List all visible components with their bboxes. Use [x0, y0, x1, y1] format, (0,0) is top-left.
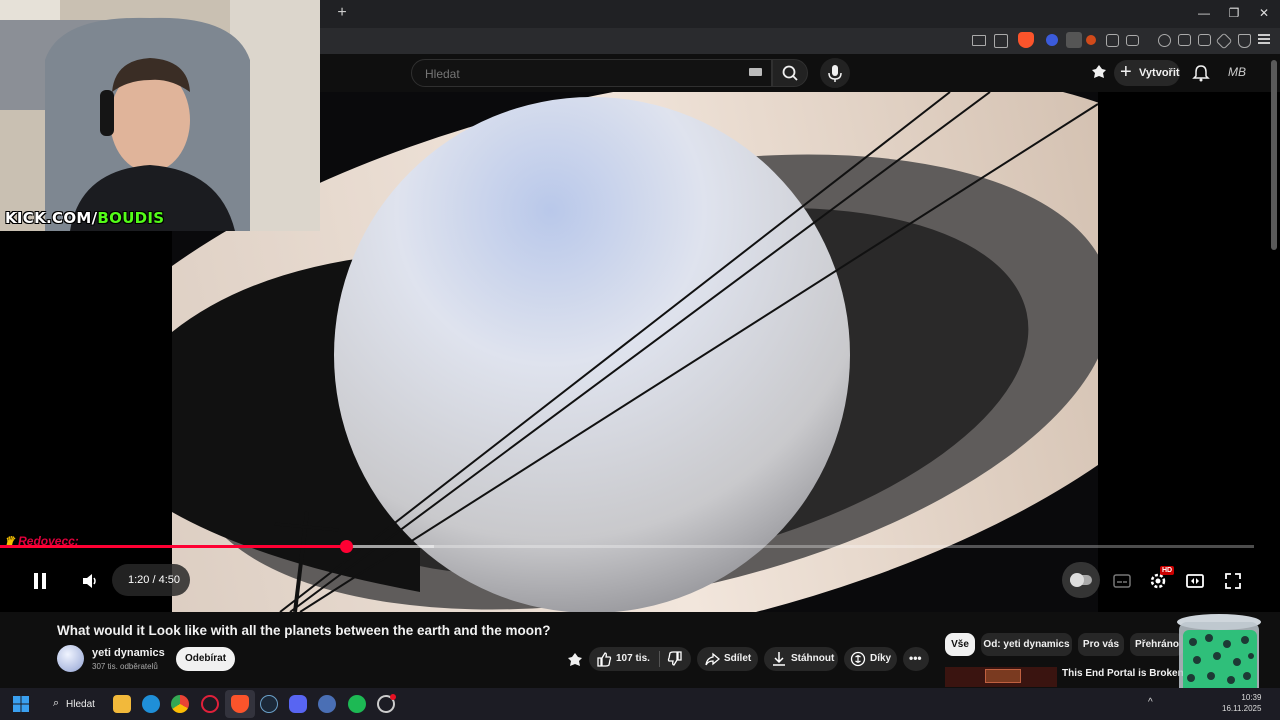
fullscreen-button[interactable]	[1223, 571, 1243, 591]
system-clock[interactable]: 10:39 16.11.2025	[1222, 692, 1261, 714]
page-scrollbar[interactable]	[1271, 60, 1277, 250]
share-button[interactable]: Sdílet	[697, 647, 758, 671]
subscriber-count: 307 tis. odběratelů	[92, 662, 158, 671]
new-tab-button[interactable]: +	[334, 4, 350, 22]
thanks-icon	[850, 651, 866, 667]
video-title: What would it Look like with all the pla…	[57, 623, 551, 638]
bell-icon	[1192, 65, 1210, 82]
spotify-icon[interactable]	[348, 695, 366, 713]
taskbar-search[interactable]: ⌕ Hledat	[47, 694, 107, 714]
fullscreen-icon	[1225, 573, 1241, 589]
app-icon[interactable]	[318, 695, 336, 713]
voice-search-button[interactable]	[820, 58, 850, 88]
close-window-button[interactable]: ✕	[1252, 4, 1276, 22]
chevron-up-icon[interactable]: ^	[1148, 697, 1160, 709]
windows-start-button[interactable]	[13, 696, 29, 712]
download-button[interactable]: Stáhnout	[764, 647, 838, 671]
download-icon	[773, 652, 785, 666]
notifications-button[interactable]	[1192, 64, 1210, 82]
like-dislike-group: 107 tis.	[589, 647, 691, 671]
discord-icon[interactable]	[289, 695, 307, 713]
search-button[interactable]	[772, 59, 808, 87]
share-icon	[705, 652, 720, 666]
pause-icon	[34, 573, 46, 589]
extension-icon[interactable]	[1046, 34, 1058, 46]
volume-icon	[83, 574, 96, 588]
chip-all[interactable]: Vše	[945, 633, 975, 656]
create-button[interactable]: + Vytvořit	[1114, 60, 1180, 86]
cast-icon[interactable]	[972, 35, 986, 46]
search-input[interactable]	[423, 66, 727, 82]
opera-icon[interactable]	[201, 695, 219, 713]
chip-from-channel[interactable]: Od: yeti dynamics	[981, 633, 1072, 656]
vpn-shield-icon[interactable]	[1238, 34, 1251, 48]
volume-button[interactable]	[80, 571, 100, 591]
notification-dot	[390, 694, 396, 700]
webcam-frame	[0, 0, 320, 231]
windows-icon	[13, 696, 29, 712]
minimize-button[interactable]: —	[1192, 4, 1216, 22]
theater-mode-button[interactable]	[1185, 571, 1205, 591]
share-page-icon[interactable]	[994, 34, 1008, 48]
streamer-webcam: KICK.COM/BOUDIS	[0, 0, 320, 231]
channel-name[interactable]: yeti dynamics	[92, 647, 165, 659]
search-box[interactable]	[411, 59, 772, 87]
search-icon: ⌕	[53, 697, 60, 709]
screenshot-icon[interactable]	[1126, 35, 1139, 46]
progress-played	[0, 545, 346, 548]
edge-icon[interactable]	[142, 695, 160, 713]
recommendation-thumbnail[interactable]	[945, 667, 1057, 687]
keyboard-icon[interactable]	[749, 68, 762, 76]
wallet-icon[interactable]	[1198, 34, 1211, 46]
windows-taskbar	[0, 688, 1280, 720]
thumbs-down-icon	[667, 651, 682, 666]
menu-icon[interactable]	[1258, 33, 1270, 45]
microphone-icon	[828, 65, 842, 82]
like-button[interactable]: 107 tis.	[589, 647, 657, 671]
extension-icon[interactable]	[567, 652, 583, 668]
thumbs-up-icon	[597, 652, 612, 667]
progress-scrubber[interactable]	[340, 540, 353, 553]
thanks-button[interactable]: Díky	[844, 647, 897, 671]
account-avatar[interactable]: MB	[1228, 65, 1252, 79]
more-icon: •••	[909, 651, 922, 665]
more-actions-button[interactable]: •••	[903, 647, 929, 671]
search-icon	[782, 65, 798, 81]
theater-icon	[1186, 574, 1204, 588]
chip-for-you[interactable]: Pro vás	[1078, 633, 1124, 656]
divider	[659, 651, 660, 667]
channel-avatar[interactable]	[57, 645, 84, 672]
subtitles-button[interactable]	[1112, 571, 1132, 591]
brave-icon[interactable]	[231, 695, 249, 713]
subscribe-button[interactable]: Odebírat	[176, 647, 235, 671]
subtitles-icon	[1113, 574, 1131, 588]
file-explorer-icon[interactable]	[113, 695, 131, 713]
steam-icon[interactable]	[260, 695, 278, 713]
kick-watermark: KICK.COM/BOUDIS	[5, 209, 165, 227]
pause-button[interactable]	[30, 571, 50, 591]
extension-icon[interactable]	[1091, 64, 1107, 80]
chrome-icon[interactable]	[171, 695, 189, 713]
media-icon[interactable]	[1158, 34, 1171, 47]
maximize-button[interactable]: ❐	[1222, 4, 1246, 22]
dislike-button[interactable]	[661, 647, 691, 671]
autoplay-toggle[interactable]	[1062, 562, 1100, 598]
chapter-handle	[172, 568, 190, 612]
puzzle-icon[interactable]	[1106, 34, 1119, 47]
brave-shields-icon[interactable]	[1018, 32, 1034, 48]
plus-icon: +	[1120, 61, 1132, 83]
recommendation-title[interactable]: This End Portal is Broken, no what?	[1062, 668, 1192, 680]
sidebar-icon[interactable]	[1178, 34, 1191, 46]
hd-badge: HD	[1160, 566, 1175, 575]
extension-icon[interactable]	[1066, 32, 1082, 48]
extension-icon[interactable]	[1086, 35, 1096, 45]
